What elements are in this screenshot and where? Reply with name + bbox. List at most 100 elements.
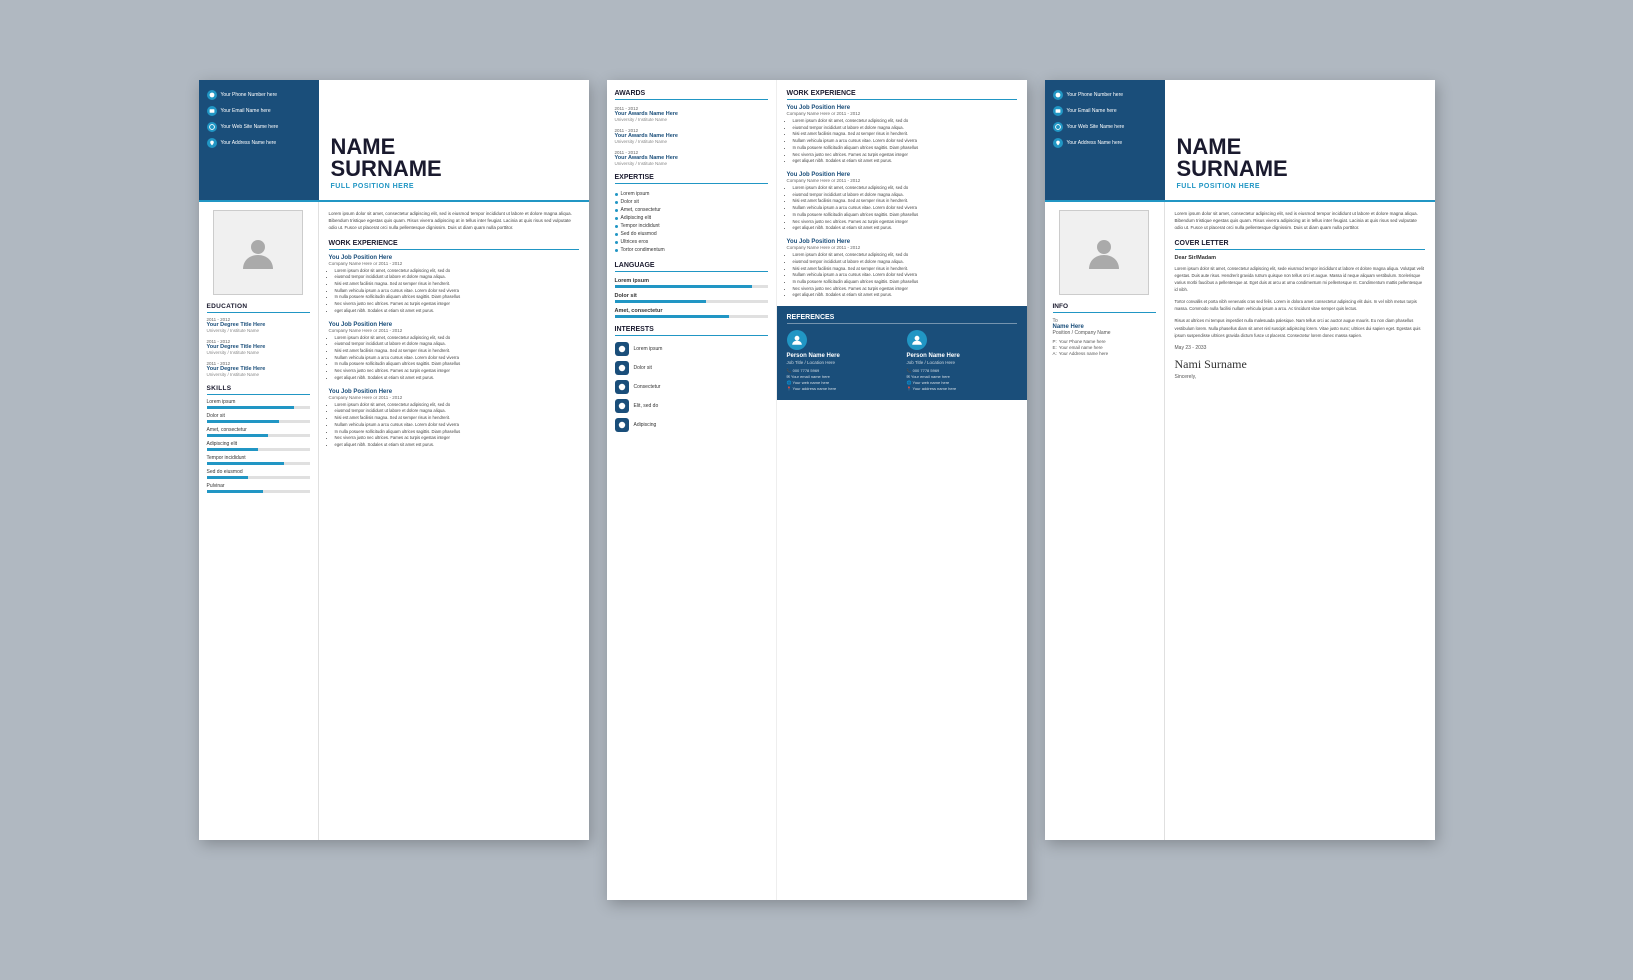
info-address-cover: A: Your Address name here [1053,351,1156,356]
references-block: REFERENCES Person Name Here Job Title / … [777,306,1027,400]
job-bullets-mid: Lorem ipsum dolor sit amet, consectetur … [787,118,1017,165]
email-value-cover: Your email name here [1059,345,1103,350]
interest-icon [615,342,629,356]
award-sub: University / Institute Name [615,139,768,144]
job-item-mid: You Job Position Here Company Name Here … [787,172,1017,232]
language-item: Amet, consectetur [615,308,768,318]
skill-item: Amet, consectetur [207,427,310,437]
address-contact-left: Your Address Name here [207,138,311,148]
edu-school-1: University / Institute Name [207,328,310,333]
skill-bar-fill [207,490,264,493]
job-bullet: Lorem ipsum dolor sit amet, consectetur … [335,335,579,342]
skill-bar [207,434,310,437]
job-bullet: eiusmod tempor incididunt ut labore et d… [335,274,579,281]
expertise-item: Amet, consectetur [615,206,768,214]
email-icon-cover [1053,106,1063,116]
job-company: Company Name Here or 2011 - 2012 [329,261,579,266]
job-bullet: Nec viverra justo nec ultrices. Fames ac… [793,219,1017,226]
expertise-dot [615,201,618,204]
awards-title-mid: AWARDS [615,90,768,100]
lang-bar [615,285,768,288]
address-icon-cover [1053,138,1063,148]
award-sub: University / Institute Name [615,161,768,166]
skill-bar-fill [207,434,269,437]
address-text-cover: Your Address Name here [1067,140,1123,147]
lang-name: Amet, consectetur [615,308,768,314]
interest-item: Dolor sit [615,361,768,375]
award-sub: University / Institute Name [615,117,768,122]
phone-contact-cover: Your Phone Number here [1053,90,1157,100]
cover-right-col: Lorem ipsum dolor sit amet, consectetur … [1165,202,1435,840]
expertise-item: Lorem ipsum [615,190,768,198]
mid-left-col: AWARDS 2011 - 2012 Your Awards Name Here… [607,80,777,900]
edu-item-3-left: 2011 - 2012 Your Degree Title Here Unive… [207,361,310,377]
skill-item: Lorem ipsum [207,399,310,409]
cover-date: May 23 - 2033 [1175,345,1425,351]
skill-bar-fill [207,476,248,479]
summary-left: Lorem ipsum dolor sit amet, consectetur … [329,210,579,232]
cover-paragraph: Risus at ultrices mi tempus imperdiet nu… [1175,317,1425,338]
edu-school-2: University / Institute Name [207,350,310,355]
web-text-left: Your Web Site Name here [221,124,279,131]
cover-sincerely: Sincerely, [1175,374,1425,380]
info-email-cover: E: Your email name here [1053,345,1156,350]
job-bullet: Nullam vehicula ipsum a arcu cursus vita… [335,355,579,362]
position-cover: FULL POSITION HERE [1177,183,1288,190]
job-bullet: In nulla posuere sollicitudin aliquam ul… [335,294,579,301]
interest-label: Dolor sit [634,365,652,371]
edu-item-2-left: 2011 - 2012 Your Degree Title Here Unive… [207,339,310,355]
ref-name-2: Person Name Here [907,353,1017,359]
skill-bar [207,462,310,465]
email-text-cover: Your Email Name here [1067,108,1117,115]
job-bullets-mid: Lorem ipsum dolor sit amet, consectetur … [787,252,1017,299]
expertise-dot [615,209,618,212]
job-bullet: In nulla posuere sollicitudin aliquam ul… [335,429,579,436]
job-bullet: eget aliquet nibh. Sodales ut etiam sit … [793,158,1017,165]
job-bullet: eiusmod tempor incididunt ut labore et d… [793,192,1017,199]
resume-card-cover: Your Phone Number here Your Email Name h… [1045,80,1435,840]
awards-container: 2011 - 2012 Your Awards Name Here Univer… [615,106,768,166]
phone-icon-cover [1053,90,1063,100]
resume-header-left: Your Phone Number here Your Email Name h… [199,80,589,202]
skill-bar [207,476,310,479]
phone-label-cover: P: [1053,339,1057,344]
left-col-left: EDUCATION 2011 - 2012 Your Degree Title … [199,202,319,840]
address-value-cover: Your Address name here [1059,351,1108,356]
job-item: You Job Position Here Company Name Here … [329,255,579,315]
skill-label: Amet, consectetur [207,427,310,433]
name-block-left: NAMESURNAME FULL POSITION HERE [319,80,454,200]
skills-container-left: Lorem ipsum Dolor sit Amet, consectetur … [207,399,310,493]
email-contact-left: Your Email Name here [207,106,311,116]
interests-title-mid: INTERESTS [615,326,768,336]
edu-item-1-left: 2011 - 2012 Your Degree Title Here Unive… [207,317,310,333]
job-item: You Job Position Here Company Name Here … [329,322,579,382]
job-bullet: eget aliquet nibh. Sodales ut etiam sit … [335,442,579,449]
interest-icon [615,418,629,432]
address-icon-left [207,138,217,148]
job-bullet: eget aliquet nibh. Sodales ut etiam sit … [793,292,1017,299]
skill-bar-fill [207,448,259,451]
ref-name-1: Person Name Here [787,353,897,359]
lang-name: Lorem ipsum [615,278,768,284]
phone-value-cover: Your Phone Name here [1059,339,1106,344]
references-title: REFERENCES [787,314,1017,324]
expertise-item: Dolor sit [615,198,768,206]
skill-bar [207,448,310,451]
name-block-cover: NAMESURNAME FULL POSITION HERE [1165,80,1300,200]
phone-contact-left: Your Phone Number here [207,90,311,100]
jobs-container-left: You Job Position Here Company Name Here … [329,255,579,449]
web-text-cover: Your Web Site Name here [1067,124,1125,131]
job-bullet: Nisi est amet facilisis magna. Sed at se… [335,348,579,355]
skill-label: Tempor incididunt [207,455,310,461]
job-item-mid: You Job Position Here Company Name Here … [787,105,1017,165]
expertise-container: Lorem ipsumDolor sitAmet, consecteturAdi… [615,190,768,254]
expertise-label: Tempor incididunt [621,223,660,229]
lang-bar [615,300,768,303]
phone-text-left: Your Phone Number here [221,92,278,99]
email-icon-left [207,106,217,116]
lang-bar-fill [615,315,730,318]
photo-box-cover [1059,210,1149,295]
phone-icon-left [207,90,217,100]
skill-bar [207,406,310,409]
position-left: FULL POSITION HERE [331,183,442,190]
